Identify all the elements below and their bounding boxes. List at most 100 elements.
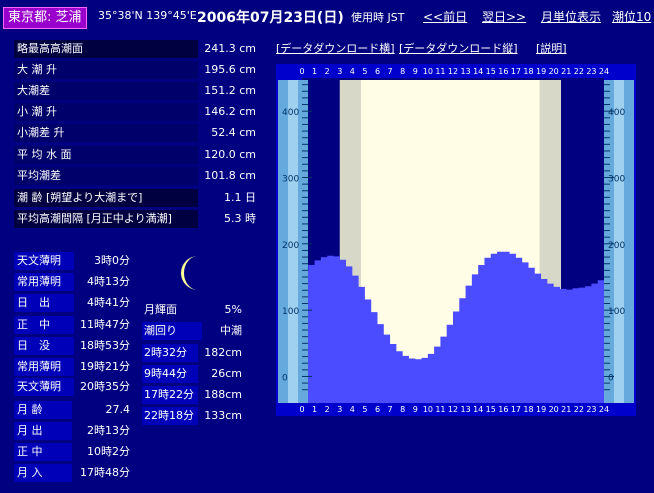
sun-row: 常用薄明 4時13分 [14,273,130,291]
x-tick-label-bottom: 11 [435,405,445,414]
x-tick-label-top: 12 [448,67,458,76]
sun-row: 常用薄明 19時21分 [14,358,130,376]
x-tick-label-bottom: 16 [498,405,508,414]
x-tick-label-top: 8 [400,67,405,76]
x-tick-label-top: 18 [523,67,533,76]
info-value: 5.3 時 [224,212,256,225]
sun-row: 日 出 4時41分 [14,294,130,312]
x-tick-label-bottom: 7 [388,405,393,414]
moon-brightness-value: 5% [224,303,242,316]
tide-event-height: 133cm [204,409,242,422]
x-tick-label-top: 3 [337,67,342,76]
info-row-7: 潮 齢 [朔望より大潮まで] 1.1 日 [14,189,256,207]
moon-time-label: 月 出 [14,422,72,440]
info-label: 略最高高潮面 [14,40,198,58]
info-label: 平均潮差 [14,167,198,185]
info-row-3: 小 潮 升 146.2 cm [14,103,256,121]
x-tick-label-bottom: 6 [375,405,380,414]
timezone-label: 使用時 JST [351,11,405,24]
x-tick-label-bottom: 22 [574,405,584,414]
x-tick-label-top: 7 [388,67,393,76]
sun-label: 常用薄明 [14,273,74,291]
moon-time-label: 月 齢 [14,401,72,419]
info-value: 151.2 cm [204,84,256,97]
tide-type-value: 中潮 [220,324,242,337]
info-label: 平均高潮間隔 [月正中より満潮] [14,210,198,228]
sun-label: 常用薄明 [14,358,74,376]
tide-level-link[interactable]: 潮位10 [612,8,651,25]
x-tick-label-bottom: 19 [536,405,546,414]
y-tick-label: 300 [608,174,625,184]
moon-time-label: 正 中 [14,443,72,461]
download-vertical-link[interactable]: [データダウンロード縦] [399,40,518,56]
sun-label: 正 中 [14,316,74,334]
prev-day-link[interactable]: <<前日 [423,8,467,25]
download-horizontal-link[interactable]: [データダウンロード横] [276,40,395,56]
x-tick-label-bottom: 12 [448,405,458,414]
y-tick-label: 0 [282,373,288,383]
sun-label: 日 出 [14,294,74,312]
x-tick-label-top: 23 [586,67,596,76]
info-label: 大潮差 [14,82,198,100]
y-tick-label: 200 [282,241,299,251]
x-tick-label-top: 24 [599,67,609,76]
tide-type-label: 潮回り [142,322,202,340]
tide-event-row: 9時44分 26cm [142,365,242,383]
next-day-link[interactable]: 翌日>> [482,8,526,25]
sun-row: 日 没 18時53分 [14,337,130,355]
x-tick-label-bottom: 3 [337,405,342,414]
x-tick-label-top: 11 [435,67,445,76]
x-tick-label-top: 19 [536,67,546,76]
moon-time-label: 月 入 [14,464,72,482]
info-label: 小 潮 升 [14,103,198,121]
x-tick-label-bottom: 23 [586,405,596,414]
x-tick-label-top: 21 [561,67,571,76]
x-tick-label-bottom: 2 [325,405,330,414]
tide-event-time: 9時44分 [142,365,198,383]
moon-time-row: 月 入 17時48分 [14,464,130,482]
x-tick-label-bottom: 1 [312,405,317,414]
sun-value: 19時21分 [80,360,130,373]
y-tick-label: 400 [608,108,625,118]
monthly-view-link[interactable]: 月単位表示 [541,8,601,25]
x-tick-label-bottom: 18 [523,405,533,414]
x-tick-label-top: 2 [325,67,330,76]
x-tick-label-bottom: 20 [549,405,559,414]
y-tick-label: 0 [608,373,614,383]
x-tick-label-top: 9 [413,67,418,76]
tide-type-row: 潮回り 中潮 [142,322,242,340]
x-tick-label-top: 17 [511,67,521,76]
sun-value: 20時35分 [80,380,130,393]
moon-time-value: 17時48分 [80,466,130,479]
help-link[interactable]: [説明] [536,40,567,56]
tide-event-time: 22時18分 [142,407,198,425]
sun-value: 4時41分 [87,296,130,309]
tide-event-row: 22時18分 133cm [142,407,242,425]
info-label: 小潮差 升 [14,124,198,142]
sun-label: 日 没 [14,337,74,355]
info-row-4: 小潮差 升 52.4 cm [14,124,256,142]
tide-event-height: 26cm [211,367,242,380]
info-value: 101.8 cm [204,169,256,182]
tide-event-time: 17時22分 [142,386,198,404]
moon-time-value: 2時13分 [87,424,130,437]
sun-value: 3時0分 [94,254,130,267]
y-tick-label: 200 [608,241,625,251]
moon-brightness-label: 月輝面 [144,303,177,316]
sun-value: 11時47分 [80,318,130,331]
y-tick-label: 100 [608,307,625,317]
info-row-2: 大潮差 151.2 cm [14,82,256,100]
info-value: 195.6 cm [204,63,256,76]
moon-time-row: 月 出 2時13分 [14,422,130,440]
y-tick-label: 300 [282,174,299,184]
moon-time-row: 月 齢 27.4 [14,401,130,419]
info-row-1: 大 潮 升 195.6 cm [14,61,256,79]
info-row-5: 平 均 水 面 120.0 cm [14,146,256,164]
date-display: 2006年07月23日(日) [197,10,344,26]
info-row-6: 平均潮差 101.8 cm [14,167,256,185]
moon-time-row: 正 中 10時2分 [14,443,130,461]
x-tick-label-top: 16 [498,67,508,76]
info-value: 1.1 日 [224,191,256,204]
x-tick-label-top: 6 [375,67,380,76]
x-tick-label-bottom: 8 [400,405,405,414]
